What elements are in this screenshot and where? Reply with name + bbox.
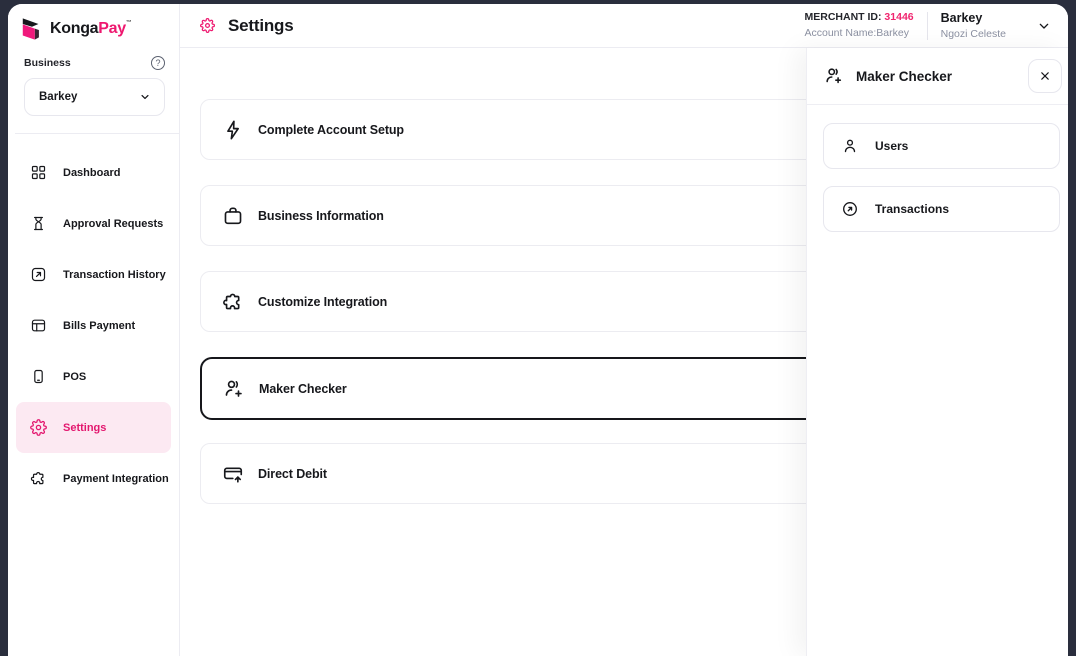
user-icon <box>841 137 859 155</box>
business-label: Business <box>24 57 71 69</box>
settings-card-direct-debit[interactable]: Direct Debit <box>200 443 880 504</box>
account-switcher[interactable]: Barkey Ngozi Celeste <box>941 9 1006 42</box>
settings-card-label: Customize Integration <box>258 295 387 309</box>
dashboard-grid-icon <box>30 164 47 181</box>
panel-item-users[interactable]: Users <box>823 123 1060 169</box>
sidebar-item-settings[interactable]: Settings <box>16 402 171 453</box>
close-icon[interactable] <box>1028 59 1062 93</box>
sidebar-item-payment-integration[interactable]: Payment Integration <box>16 453 171 504</box>
sidebar-item-label: Approval Requests <box>63 218 163 230</box>
business-selector-value: Barkey <box>39 91 77 103</box>
merchant-id-value: 31446 <box>884 11 913 23</box>
settings-card-label: Direct Debit <box>258 467 327 481</box>
sidebar-item-approval-requests[interactable]: Approval Requests <box>16 198 171 249</box>
kongapay-logo-icon <box>20 16 44 43</box>
business-selector[interactable]: Barkey <box>24 78 165 116</box>
circle-arrow-up-right-icon <box>841 200 859 218</box>
account-name-line: Account Name:Barkey <box>805 26 914 42</box>
panel-item-transactions[interactable]: Transactions <box>823 186 1060 232</box>
bills-ledger-icon <box>30 317 47 334</box>
panel-title: Maker Checker <box>856 69 952 84</box>
bolt-icon <box>222 119 244 141</box>
app-window: KongaPay™ Business ? Barkey Dashboard <box>8 4 1068 656</box>
maker-checker-panel: Maker Checker Users Transactions <box>806 48 1068 656</box>
panel-item-label: Users <box>875 139 908 153</box>
header-divider <box>927 12 928 40</box>
brand-name: KongaPay™ <box>50 20 132 38</box>
brand-logo: KongaPay™ <box>8 4 179 43</box>
puzzle-icon <box>222 291 244 313</box>
puzzle-icon <box>30 470 47 487</box>
user-plus-icon <box>223 378 245 400</box>
pos-device-icon <box>30 368 47 385</box>
merchant-info: MERCHANT ID: 31446 Account Name:Barkey <box>805 10 914 42</box>
top-header: Settings MERCHANT ID: 31446 Account Name… <box>180 4 1068 48</box>
panel-item-label: Transactions <box>875 202 949 216</box>
card-up-icon <box>222 463 244 485</box>
account-user: Ngozi Celeste <box>941 27 1006 42</box>
merchant-id-label: MERCHANT ID: <box>805 11 885 23</box>
hourglass-icon <box>30 215 47 232</box>
sidebar-item-label: Payment Integration <box>63 473 169 485</box>
settings-card-label: Complete Account Setup <box>258 123 404 137</box>
help-icon[interactable]: ? <box>151 56 165 70</box>
chevron-down-icon <box>138 90 152 104</box>
sidebar-nav: Dashboard Approval Requests Transaction … <box>8 134 179 504</box>
settings-card-business-information[interactable]: Business Information <box>200 185 880 246</box>
settings-card-complete-account-setup[interactable]: Complete Account Setup <box>200 99 880 160</box>
user-plus-icon <box>824 66 844 86</box>
account-chevron-down-icon[interactable] <box>1036 18 1052 34</box>
settings-card-label: Maker Checker <box>259 382 347 396</box>
sidebar-item-dashboard[interactable]: Dashboard <box>16 147 171 198</box>
sidebar-item-label: Bills Payment <box>63 320 135 332</box>
sidebar-item-label: Dashboard <box>63 167 120 179</box>
sidebar-item-pos[interactable]: POS <box>16 351 171 402</box>
briefcase-icon <box>222 205 244 227</box>
sidebar-item-bills-payment[interactable]: Bills Payment <box>16 300 171 351</box>
sidebar-item-label: Settings <box>63 422 106 434</box>
page-title: Settings <box>228 16 293 36</box>
sidebar: KongaPay™ Business ? Barkey Dashboard <box>8 4 180 656</box>
gear-icon <box>30 419 47 436</box>
settings-card-customize-integration[interactable]: Customize Integration <box>200 271 880 332</box>
settings-card-maker-checker[interactable]: Maker Checker <box>200 357 880 420</box>
sidebar-item-transaction-history[interactable]: Transaction History <box>16 249 171 300</box>
settings-card-label: Business Information <box>258 209 384 223</box>
arrow-up-right-square-icon <box>30 266 47 283</box>
settings-title-gear-icon <box>200 18 215 33</box>
sidebar-item-label: Transaction History <box>63 269 166 281</box>
sidebar-item-label: POS <box>63 371 86 383</box>
account-name: Barkey <box>941 9 1006 27</box>
